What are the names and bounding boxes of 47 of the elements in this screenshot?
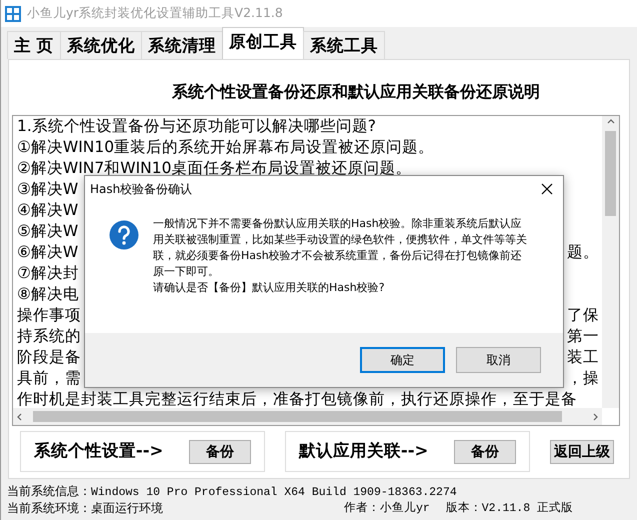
text-line: 操作事项 xyxy=(17,305,81,326)
status-value: Windows 10 Pro Professional X64 Build 1909-18363.2274 xyxy=(91,486,457,499)
text-line: 具前，需 xyxy=(17,368,81,389)
app-icon xyxy=(5,6,21,22)
text-line: ①解决WIN10重装后的系统开始屏幕布局设置被还原问题。 xyxy=(17,137,434,158)
question-icon xyxy=(109,220,139,250)
text-line: ③解决W xyxy=(17,179,78,200)
tab[interactable]: 主 页 xyxy=(7,31,61,59)
action-label: 默认应用关联--> xyxy=(298,440,428,462)
text-line: ②解决WIN7和WIN10桌面任务栏布局设置被还原问题。 xyxy=(17,158,412,179)
text-line: ④解决W xyxy=(17,200,78,221)
vertical-scrollbar[interactable] xyxy=(602,116,619,408)
back-button[interactable]: 返回上级 xyxy=(550,440,614,464)
scrollbar-thumb[interactable] xyxy=(33,411,562,422)
backup-button[interactable]: 备份 xyxy=(454,440,516,464)
text-line: 持系统的 xyxy=(17,326,81,347)
text-line: 第一 xyxy=(567,326,599,347)
text-line: 装工 xyxy=(567,347,599,368)
author-text: 作者：小鱼儿yr xyxy=(344,500,430,516)
text-line: ⑧解决电 xyxy=(17,284,79,305)
text-line: ⑦解决封 xyxy=(17,263,79,284)
text-line: 1.系统个性设置备份与还原功能可以解决哪些问题? xyxy=(17,116,376,137)
horizontal-scrollbar[interactable] xyxy=(13,408,602,425)
confirm-question: 请确认是否【备份】默认应用关联的Hash校验? xyxy=(153,280,386,296)
backup-button[interactable]: 备份 xyxy=(189,440,252,464)
tab[interactable]: 原创工具 xyxy=(222,27,304,59)
text-line: ⑤解决W xyxy=(17,221,78,242)
close-icon[interactable] xyxy=(541,183,553,195)
status-label: 当前系统环境： xyxy=(7,500,91,516)
text-line: 阶段是备 xyxy=(17,347,81,368)
text-line: 了保 xyxy=(567,305,599,326)
dialog-message: 一般情况下并不需要备份默认应用关联的Hash校验。除非重装系统后默认应用关联被强制重置，比如某些手动设置的绿色软件，便携软件，单文件等等关联，就必须要备份Hash校验才不会被系统重置，备份后记得在打包镜像前还原一下即可。 xyxy=(153,216,528,280)
text-line: ，操 xyxy=(567,368,599,389)
action-label: 系统个性设置--> xyxy=(34,440,164,462)
dialog-button[interactable]: 取消 xyxy=(456,347,541,373)
status-value: 桌面运行环境 xyxy=(91,500,163,516)
text-line: ⑥解决W xyxy=(17,242,78,263)
version-text: 版本：V2.11.8 正式版 xyxy=(446,500,573,516)
dialog-title: Hash校验备份确认 xyxy=(90,181,192,198)
text-line: 题。 xyxy=(567,242,599,263)
status-label: 当前系统信息： xyxy=(7,484,91,498)
tab[interactable]: 系统工具 xyxy=(302,31,385,59)
dialog-button[interactable]: 确定 xyxy=(360,347,445,373)
window-title: 小鱼儿yr系统封装优化设置辅助工具V2.11.8 xyxy=(27,4,283,22)
scrollbar-thumb[interactable] xyxy=(605,131,616,216)
text-line: 作时机是封装工具完整运行结束后，准备打包镜像前，执行还原操作，至于是备 xyxy=(17,389,577,408)
section-heading: 系统个性设置备份还原和默认应用关联备份还原说明 xyxy=(172,82,540,101)
